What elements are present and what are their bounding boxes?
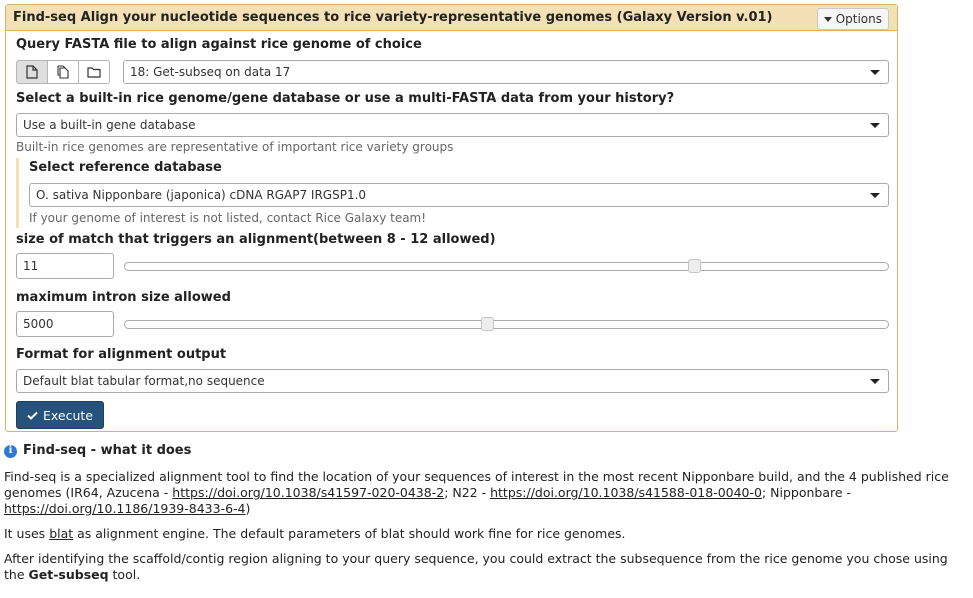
help-paragraph-engine: It uses blat as alignment engine. The de… — [4, 526, 970, 542]
reference-label: Select reference database — [29, 160, 222, 175]
match-size-value: 11 — [23, 259, 39, 273]
format-label: Format for alignment output — [16, 347, 227, 362]
match-size-slider-handle[interactable] — [688, 259, 701, 273]
reference-subsection: Select reference database O. sativa Nipp… — [16, 158, 892, 228]
help-description-text-nipponbare: ; Nipponbare - — [761, 485, 852, 500]
single-dataset-button[interactable] — [16, 60, 48, 84]
help-engine-pre: It uses — [4, 526, 50, 541]
reference-help: If your genome of interest is not listed… — [29, 211, 427, 225]
db-source-help: Built-in rice genomes are representative… — [16, 140, 454, 154]
execute-label: Execute — [43, 407, 93, 423]
query-dataset-select[interactable]: 18: Get-subseq on data 17 — [123, 60, 889, 84]
db-source-selected-value: Use a built-in gene database — [23, 118, 196, 132]
help-paragraph-subseq: After identifying the scaffold/contig re… — [4, 551, 970, 583]
get-subseq-tool-name: Get-subseq — [28, 567, 109, 582]
file-icon — [26, 65, 38, 79]
output-format-select[interactable]: Default blat tabular format,no sequence — [16, 369, 889, 393]
help-paragraph-description: Find-seq is a specialized alignment tool… — [4, 469, 970, 517]
n22-doi-link[interactable]: https://doi.org/10.1038/s41588-018-0040-… — [490, 485, 762, 500]
files-icon — [57, 65, 69, 79]
info-icon: i — [4, 444, 17, 458]
dropdown-caret-icon — [870, 70, 880, 75]
match-size-slider[interactable] — [124, 262, 889, 271]
caret-down-icon — [823, 16, 832, 22]
help-engine-post: as alignment engine. The default paramet… — [73, 526, 626, 541]
intron-size-value: 5000 — [23, 317, 54, 331]
match-size-input[interactable]: 11 — [16, 253, 114, 279]
intron-size-slider-handle[interactable] — [481, 317, 495, 331]
dataset-collection-button[interactable] — [78, 60, 110, 84]
help-title: i Find-seq - what it does — [4, 442, 970, 460]
db-source-label: Select a built-in rice genome/gene datab… — [16, 91, 675, 106]
tool-title: Find-seq Align your nucleotide sequences… — [13, 10, 773, 25]
tool-help-section: i Find-seq - what it does Find-seq is a … — [4, 442, 970, 583]
dataset-source-toggle — [16, 60, 110, 84]
dropdown-caret-icon — [870, 193, 880, 198]
folder-icon — [87, 67, 101, 78]
intron-size-label: maximum intron size allowed — [16, 290, 231, 305]
tool-form-panel: Find-seq Align your nucleotide sequences… — [5, 4, 898, 432]
query-selected-value: 18: Get-subseq on data 17 — [130, 65, 291, 79]
dropdown-caret-icon — [870, 379, 880, 384]
execute-button[interactable]: Execute — [16, 401, 104, 429]
db-source-select[interactable]: Use a built-in gene database — [16, 113, 889, 137]
blat-link[interactable]: blat — [49, 526, 73, 541]
reference-database-select[interactable]: O. sativa Nipponbare (japonica) cDNA RGA… — [29, 183, 889, 207]
check-icon — [27, 411, 38, 420]
azucena-doi-link[interactable]: https://doi.org/10.1038/s41597-020-0438-… — [172, 485, 444, 500]
help-description-end: ) — [245, 501, 251, 516]
match-size-label: size of match that triggers an alignment… — [16, 232, 496, 247]
options-button[interactable]: Options — [816, 8, 889, 30]
nipponbare-doi-link[interactable]: https://doi.org/10.1186/1939-8433-6-4 — [4, 501, 246, 516]
query-label: Query FASTA file to align against rice g… — [16, 37, 422, 52]
format-selected-value: Default blat tabular format,no sequence — [23, 374, 265, 388]
tool-form-header: Find-seq Align your nucleotide sequences… — [6, 5, 897, 31]
help-title-text: Find-seq - what it does — [23, 443, 192, 458]
intron-size-input[interactable]: 5000 — [16, 311, 114, 337]
intron-size-slider[interactable] — [124, 320, 889, 329]
options-label: Options — [835, 12, 882, 26]
multiple-datasets-button[interactable] — [47, 60, 79, 84]
help-subseq-post: tool. — [108, 567, 141, 582]
dropdown-caret-icon — [870, 123, 880, 128]
help-subseq-pre: After identifying the scaffold/contig re… — [4, 551, 948, 582]
reference-selected-value: O. sativa Nipponbare (japonica) cDNA RGA… — [36, 188, 367, 202]
help-description-text-n22: ; N22 - — [444, 485, 491, 500]
